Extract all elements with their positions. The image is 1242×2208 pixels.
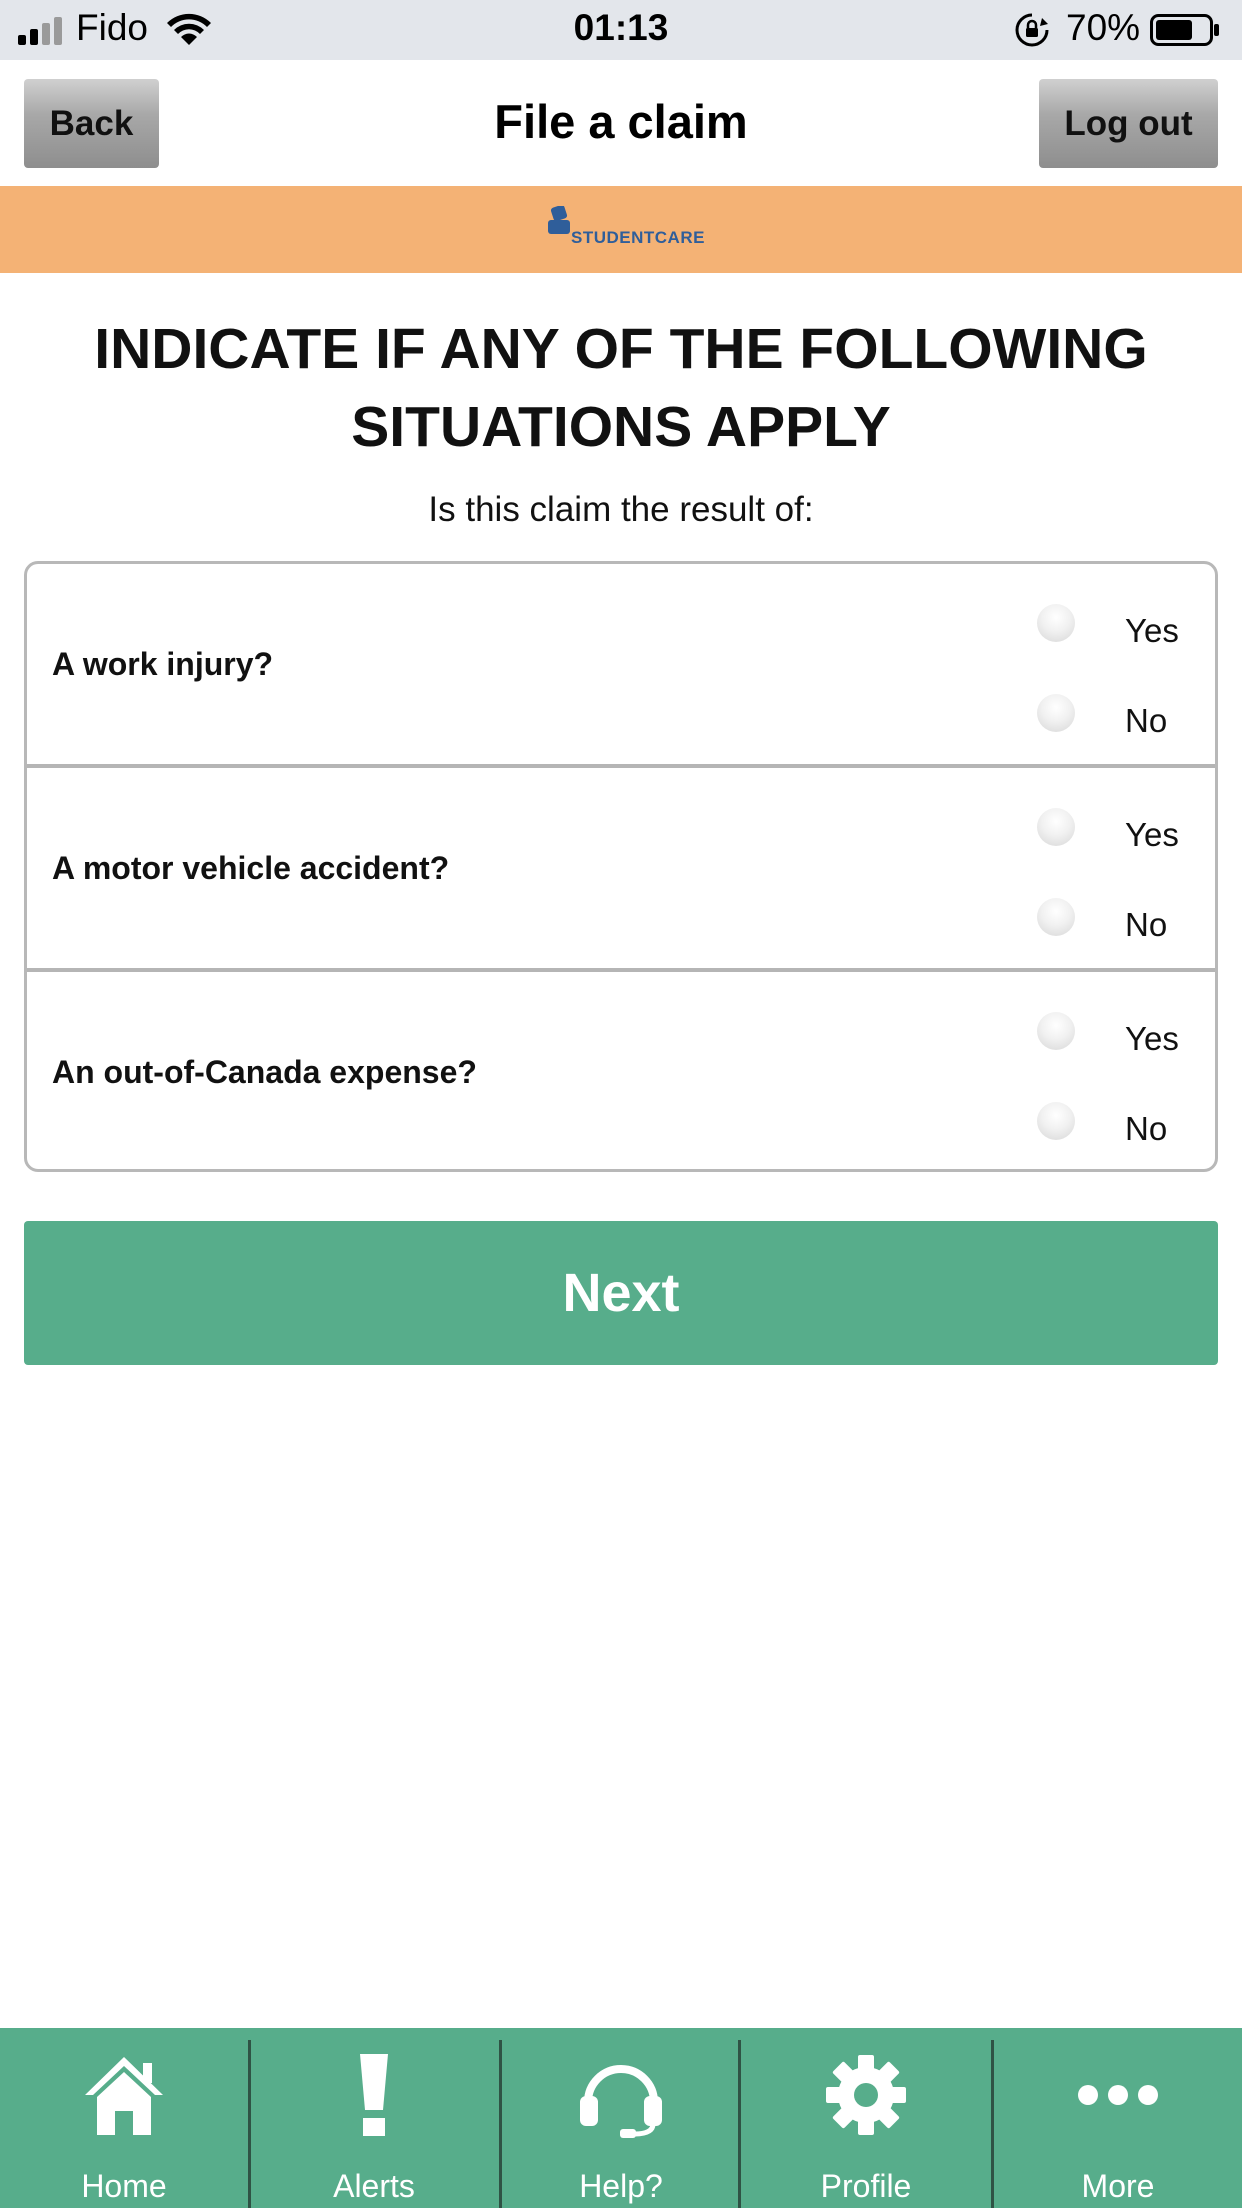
option-label: No (1125, 1110, 1168, 1147)
question-row-work-injury: A work injury? Yes No (27, 564, 1215, 766)
battery-icon (1150, 14, 1219, 46)
form-heading: INDICATE IF ANY OF THE FOLLOWING SITUATI… (94, 317, 1148, 459)
tab-alerts[interactable]: Alerts (250, 2028, 498, 2208)
status-bar: Fido 01:13 70% (0, 0, 1242, 60)
radio-button[interactable] (1037, 694, 1075, 732)
tab-separator (738, 2040, 741, 2208)
out-of-canada-no-option[interactable]: No (1037, 1102, 1197, 1152)
app-header: Back File a claim Log out (0, 60, 1242, 186)
gear-icon (742, 2050, 990, 2140)
tab-home[interactable]: Home (0, 2028, 248, 2208)
option-label: Yes (1125, 816, 1179, 853)
radio-button[interactable] (1037, 898, 1075, 936)
alert-icon (250, 2050, 498, 2140)
question-row-out-of-canada: An out-of-Canada expense? Yes No (27, 972, 1215, 1169)
tab-profile[interactable]: Profile (742, 2028, 990, 2208)
tab-help[interactable]: Help? (497, 2028, 745, 2208)
tab-more[interactable]: More (994, 2028, 1242, 2208)
question-row-motor-vehicle: A motor vehicle accident? Yes No (27, 768, 1215, 970)
tab-label: More (1081, 2168, 1155, 2204)
tab-label: Alerts (333, 2168, 415, 2204)
radio-button[interactable] (1037, 604, 1075, 642)
tab-label: Home (81, 2168, 167, 2204)
brand-banner: STUDENTCARE (0, 186, 1242, 273)
home-icon (0, 2050, 248, 2140)
option-label: No (1125, 906, 1168, 943)
tab-label: Help? (579, 2168, 663, 2204)
question-label: A work injury? (52, 646, 274, 682)
radio-button[interactable] (1037, 808, 1075, 846)
motor-vehicle-no-option[interactable]: No (1037, 898, 1197, 948)
status-time: 01:13 (573, 7, 669, 48)
motor-vehicle-yes-option[interactable]: Yes (1037, 808, 1197, 858)
brand-logo-text: STUDENTCARE (571, 228, 705, 247)
tab-label: Profile (820, 2168, 912, 2204)
form-subheading: Is this claim the result of: (428, 490, 814, 529)
work-injury-no-option[interactable]: No (1037, 694, 1197, 744)
more-icon (994, 2050, 1242, 2140)
headset-icon (497, 2050, 745, 2140)
logout-button[interactable]: Log out (1039, 79, 1218, 168)
option-label: No (1125, 702, 1168, 739)
radio-button[interactable] (1037, 1102, 1075, 1140)
radio-button[interactable] (1037, 1012, 1075, 1050)
rotation-lock-icon (1015, 13, 1049, 47)
question-label: An out-of-Canada expense? (52, 1054, 477, 1090)
option-label: Yes (1125, 1020, 1179, 1057)
work-injury-yes-option[interactable]: Yes (1037, 604, 1197, 654)
question-label: A motor vehicle accident? (52, 850, 450, 886)
out-of-canada-yes-option[interactable]: Yes (1037, 1012, 1197, 1062)
next-button[interactable]: Next (24, 1221, 1218, 1365)
tab-bar: Home Alerts Help? Profile More (0, 2028, 1242, 2208)
option-label: Yes (1125, 612, 1179, 649)
battery-percent: 70% (1066, 7, 1141, 48)
questions-card: A work injury? Yes No A motor vehicle ac… (24, 561, 1218, 1172)
